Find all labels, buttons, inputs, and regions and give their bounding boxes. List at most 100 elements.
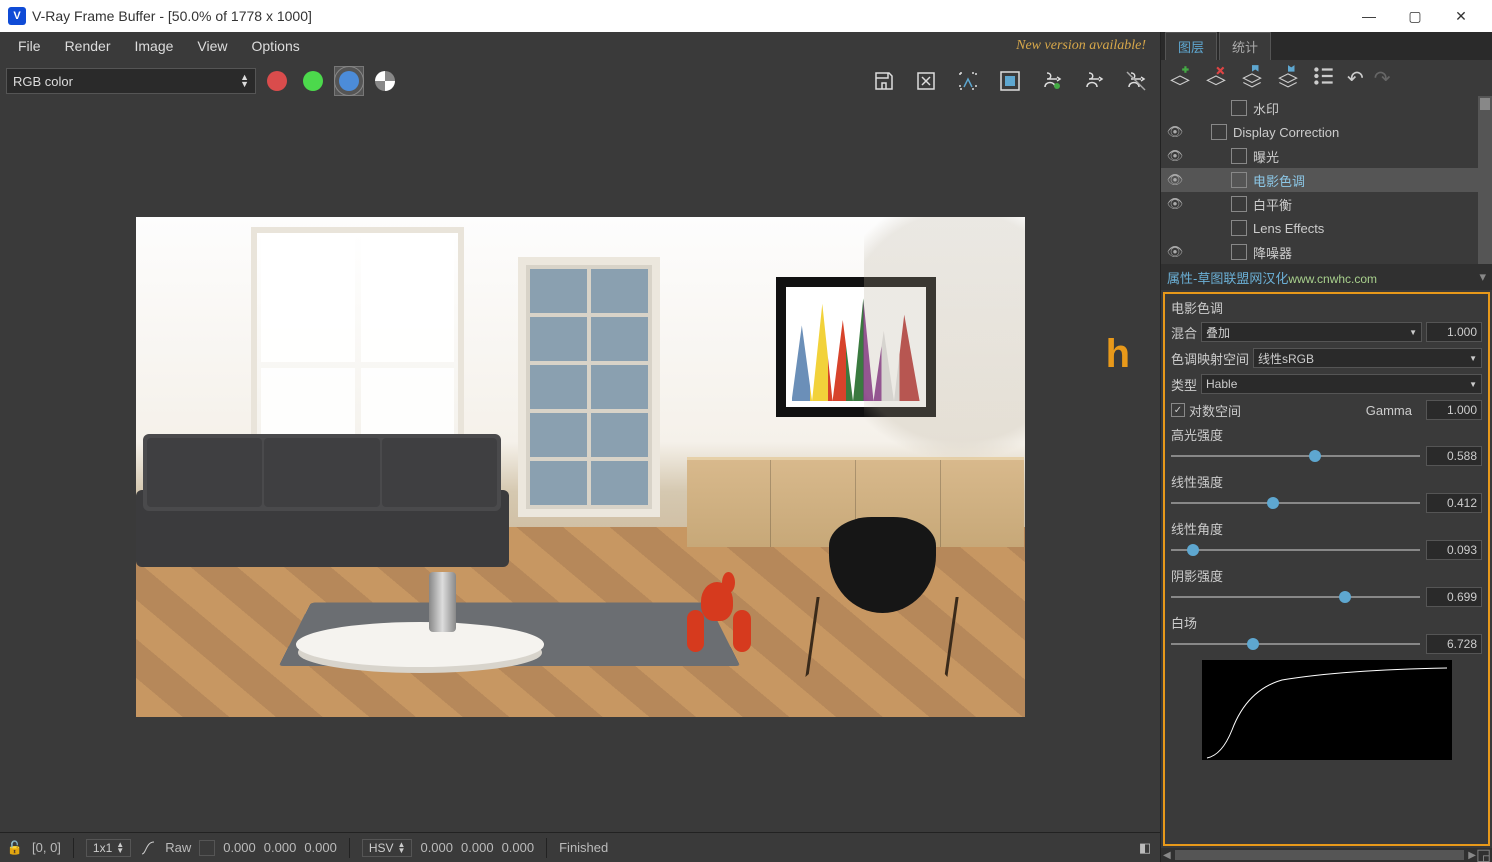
- menu-view[interactable]: View: [185, 38, 239, 54]
- layer-label: 降噪器: [1253, 243, 1292, 262]
- blend-label: 混合: [1171, 323, 1197, 342]
- menu-options[interactable]: Options: [240, 38, 312, 54]
- expand-panel-icon[interactable]: ◧: [1136, 840, 1154, 856]
- layer-type-icon: [1231, 244, 1247, 260]
- slider-value-input[interactable]: 0.412: [1426, 493, 1482, 513]
- visibility-toggle[interactable]: 👁: [1165, 244, 1185, 260]
- menu-image[interactable]: Image: [122, 38, 185, 54]
- tab-stats[interactable]: 统计: [1219, 32, 1271, 60]
- close-button[interactable]: ✕: [1438, 0, 1484, 32]
- statusbar: 🔓 [0, 0] 1x1▲▼ Raw 0.000 0.000 0.000 HSV…: [0, 832, 1160, 862]
- slider-value-input[interactable]: 6.728: [1426, 634, 1482, 654]
- type-dropdown[interactable]: Hable▼: [1201, 374, 1482, 394]
- channel-value: RGB color: [13, 74, 73, 89]
- slider-value-input[interactable]: 0.699: [1426, 587, 1482, 607]
- render-status: Finished: [559, 840, 608, 855]
- blend-value-input[interactable]: 1.000: [1426, 322, 1482, 342]
- layer-row-0[interactable]: 水印: [1161, 96, 1492, 120]
- layer-row-2[interactable]: 👁 曝光: [1161, 144, 1492, 168]
- save-layers-button[interactable]: [1239, 63, 1265, 94]
- remove-layer-button[interactable]: [1203, 63, 1229, 94]
- slider-2: 线性角度0.093: [1171, 519, 1482, 560]
- layer-row-1[interactable]: 👁Display Correction: [1161, 120, 1492, 144]
- layer-options-button[interactable]: [1311, 63, 1337, 94]
- prop-header-label: 属性-草图联盟网汉化: [1167, 271, 1288, 286]
- type-label: 类型: [1171, 375, 1197, 394]
- red-channel-button[interactable]: [267, 71, 287, 91]
- prop-header-url: www.cnwhc.com: [1288, 272, 1377, 286]
- layer-label: 曝光: [1253, 147, 1279, 166]
- region-render-button[interactable]: [950, 65, 986, 97]
- slider-thumb[interactable]: [1267, 497, 1279, 509]
- tone-curve-graph: [1202, 660, 1452, 760]
- slider-track[interactable]: [1171, 502, 1420, 504]
- colorspace-dropdown[interactable]: HSV▲▼: [362, 839, 413, 857]
- layer-label: Lens Effects: [1253, 221, 1324, 236]
- menu-file[interactable]: File: [6, 38, 53, 54]
- layers-list: 水印👁Display Correction👁曝光👁电影色调👁白平衡Lens Ef…: [1161, 96, 1492, 264]
- visibility-toggle[interactable]: 👁: [1165, 172, 1185, 188]
- b-value: 0.000: [304, 840, 337, 855]
- slider-thumb[interactable]: [1339, 591, 1351, 603]
- undo-button[interactable]: ↶: [1347, 66, 1364, 91]
- color-swatch[interactable]: [199, 840, 215, 856]
- gamma-input[interactable]: 1.000: [1426, 400, 1482, 420]
- log-space-label: 对数空间: [1189, 401, 1241, 420]
- visibility-toggle[interactable]: 👁: [1165, 148, 1185, 164]
- layer-row-4[interactable]: 👁白平衡: [1161, 192, 1492, 216]
- delete-image-button[interactable]: [908, 65, 944, 97]
- menubar: File Render Image View Options New versi…: [0, 32, 1160, 60]
- tonespace-dropdown[interactable]: 线性sRGB▼: [1253, 348, 1482, 368]
- track-mouse-button[interactable]: [992, 65, 1028, 97]
- slider-track[interactable]: [1171, 596, 1420, 598]
- add-layer-button[interactable]: [1167, 63, 1193, 94]
- stop-render-button[interactable]: [1118, 65, 1154, 97]
- slider-thumb[interactable]: [1247, 638, 1259, 650]
- layer-row-6[interactable]: 👁 降噪器: [1161, 240, 1492, 264]
- mono-channel-button[interactable]: [375, 71, 395, 91]
- menu-render[interactable]: Render: [53, 38, 123, 54]
- maximize-button[interactable]: ▢: [1392, 0, 1438, 32]
- slider-track[interactable]: [1171, 549, 1420, 551]
- slider-thumb[interactable]: [1187, 544, 1199, 556]
- window-title: V-Ray Frame Buffer - [50.0% of 1778 x 10…: [32, 8, 312, 24]
- s-value: 0.000: [461, 840, 494, 855]
- log-space-checkbox[interactable]: ✓: [1171, 403, 1185, 417]
- slider-track[interactable]: [1171, 643, 1420, 645]
- properties-header: 属性-草图联盟网汉化www.cnwhc.com ▾: [1161, 264, 1492, 290]
- layer-type-icon: [1231, 220, 1247, 236]
- save-image-button[interactable]: [866, 65, 902, 97]
- new-version-link[interactable]: New version available!: [1016, 38, 1154, 54]
- toolbar: RGB color ▲▼: [0, 60, 1160, 102]
- render-last-button[interactable]: [1034, 65, 1070, 97]
- blend-mode-dropdown[interactable]: 叠加▼: [1201, 322, 1422, 342]
- layer-row-3[interactable]: 👁 电影色调: [1161, 168, 1492, 192]
- panel-bottom-scrollbar[interactable]: ◀▶ ◲: [1161, 848, 1492, 862]
- slider-thumb[interactable]: [1309, 450, 1321, 462]
- curve-icon[interactable]: [139, 840, 157, 856]
- slider-value-input[interactable]: 0.588: [1426, 446, 1482, 466]
- slider-value-input[interactable]: 0.093: [1426, 540, 1482, 560]
- green-channel-button[interactable]: [303, 71, 323, 91]
- load-layers-button[interactable]: [1275, 63, 1301, 94]
- channel-dropdown[interactable]: RGB color ▲▼: [6, 68, 256, 94]
- side-panel: 图层 统计 ↶ ↷ 水印👁Display Correction👁曝光👁电影色调👁…: [1160, 32, 1492, 862]
- viewport[interactable]: h: [0, 102, 1160, 832]
- blue-channel-button[interactable]: [339, 71, 359, 91]
- tab-layers[interactable]: 图层: [1165, 32, 1217, 60]
- visibility-toggle[interactable]: 👁: [1165, 196, 1185, 212]
- pixel-mode-dropdown[interactable]: 1x1▲▼: [86, 839, 131, 857]
- layers-scrollbar[interactable]: [1478, 96, 1492, 264]
- layer-row-5[interactable]: Lens Effects: [1161, 216, 1492, 240]
- render-button[interactable]: [1076, 65, 1112, 97]
- layer-label: 电影色调: [1253, 171, 1305, 190]
- annotation-marker: h: [1106, 332, 1130, 377]
- visibility-toggle[interactable]: 👁: [1165, 124, 1185, 140]
- layer-type-icon: [1231, 148, 1247, 164]
- h-value: 0.000: [420, 840, 453, 855]
- prop-menu-icon[interactable]: ▾: [1479, 269, 1486, 285]
- slider-track[interactable]: [1171, 455, 1420, 457]
- redo-button[interactable]: ↷: [1374, 66, 1391, 91]
- lock-icon[interactable]: 🔓: [6, 840, 24, 856]
- minimize-button[interactable]: —: [1346, 0, 1392, 32]
